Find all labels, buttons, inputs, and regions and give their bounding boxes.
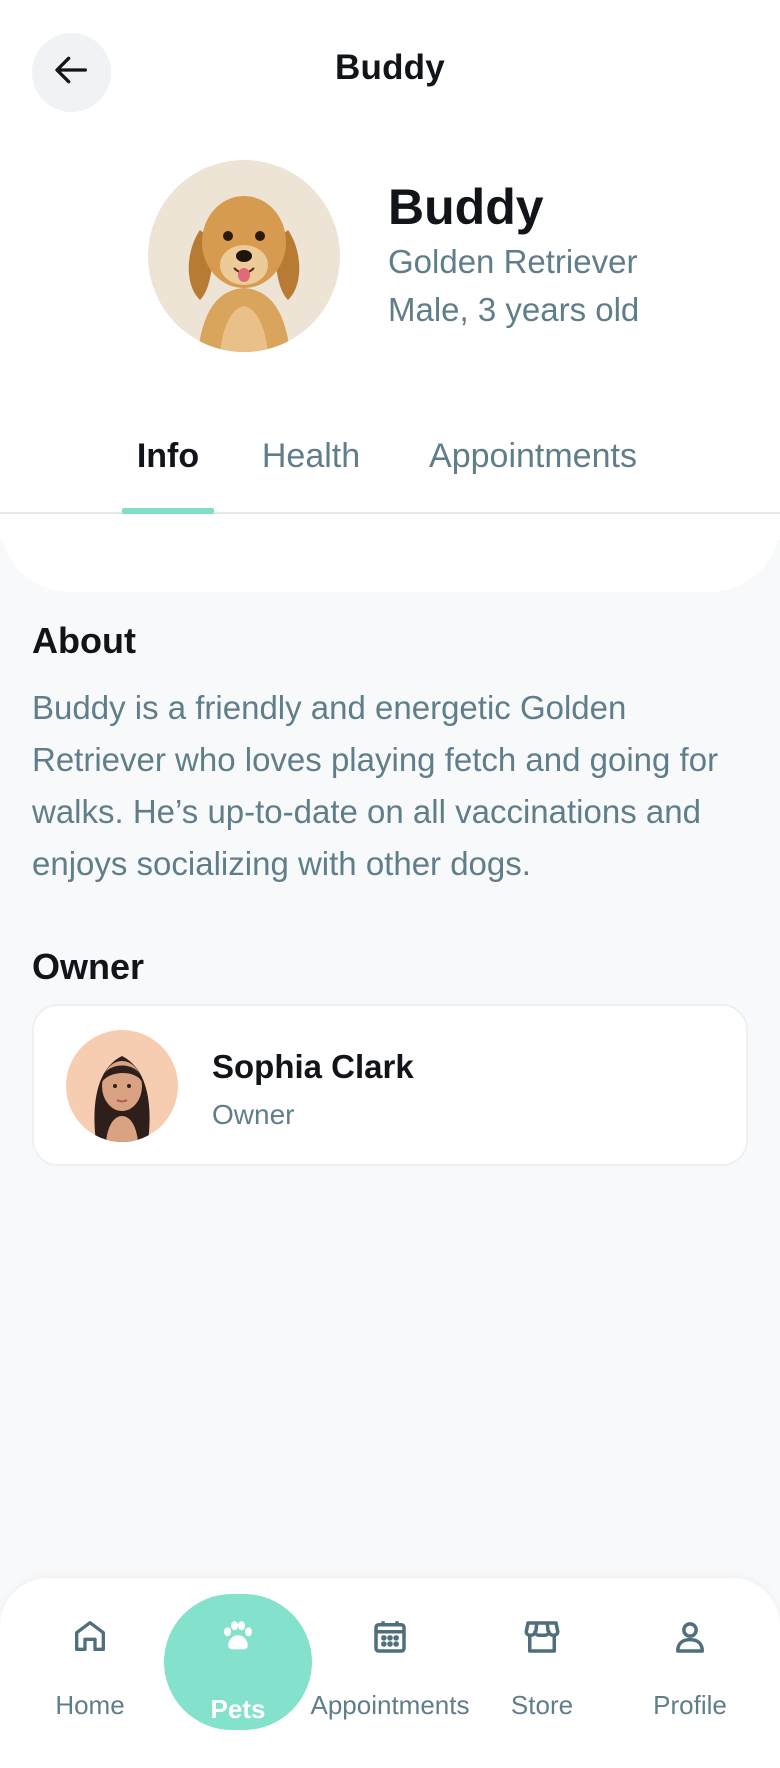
nav-pets[interactable]: Pets <box>164 1578 312 1768</box>
nav-profile-label: Profile <box>653 1690 727 1720</box>
nav-profile[interactable]: Profile <box>640 1578 740 1768</box>
about-title: About <box>32 620 136 661</box>
pet-avatar <box>148 160 340 352</box>
pet-name: Buddy <box>388 179 544 235</box>
tab-appointments[interactable]: Appointments <box>418 430 648 514</box>
owner-avatar <box>66 1030 178 1142</box>
tab-health[interactable]: Health <box>256 430 366 514</box>
user-icon <box>669 1616 711 1663</box>
pet-breed: Golden Retriever <box>388 243 638 280</box>
tab-info[interactable]: Info <box>122 430 214 514</box>
nav-appointments[interactable]: Appointments <box>310 1578 470 1768</box>
nav-pets-label: Pets <box>210 1694 266 1724</box>
tab-appointments-label: Appointments <box>429 437 637 475</box>
nav-home-label: Home <box>55 1690 125 1720</box>
home-icon <box>70 1616 110 1661</box>
calendar-icon <box>369 1616 411 1663</box>
paw-icon <box>217 1616 259 1663</box>
nav-store-label: Store <box>510 1690 574 1720</box>
tab-active-indicator <box>122 508 214 514</box>
nav-store[interactable]: Store <box>492 1578 592 1768</box>
owner-role: Owner <box>212 1099 295 1130</box>
owner-title: Owner <box>32 946 145 987</box>
header-curve <box>0 512 780 592</box>
page-title: Buddy <box>335 48 445 87</box>
owner-card[interactable]: Sophia Clark Owner <box>32 1004 748 1166</box>
tab-health-label: Health <box>261 437 361 475</box>
owner-name: Sophia Clark <box>212 1048 414 1085</box>
nav-appointments-label: Appointments <box>310 1690 470 1720</box>
about-text: Buddy is a friendly and energetic Golden… <box>32 689 719 882</box>
pet-sex-age: Male, 3 years old <box>388 291 640 328</box>
nav-home[interactable]: Home <box>40 1578 140 1768</box>
store-icon <box>521 1616 563 1663</box>
tab-info-label: Info <box>136 437 200 475</box>
tab-bar: Info Health Appointments <box>0 430 780 514</box>
